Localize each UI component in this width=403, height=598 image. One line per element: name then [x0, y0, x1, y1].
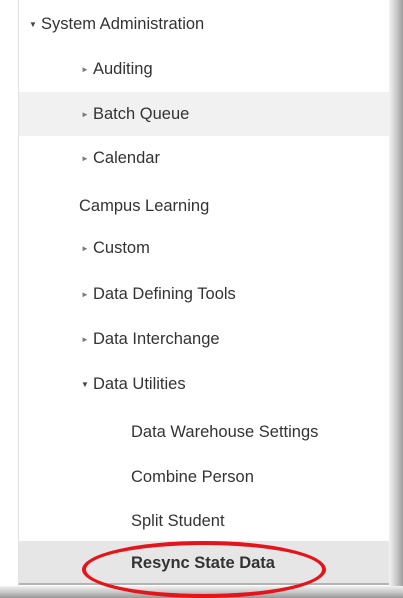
tree-item-label: Batch Queue [93, 105, 190, 123]
tree-item-data-utilities[interactable]: ▼ Data Utilities [19, 362, 389, 406]
tree-item-data-interchange[interactable]: ► Data Interchange [19, 317, 389, 361]
tree-item-auditing[interactable]: ► Auditing [19, 47, 389, 91]
tree-item-label: Data Defining Tools [93, 285, 236, 303]
tree-item-data-defining-tools[interactable]: ► Data Defining Tools [19, 272, 389, 316]
expand-right-icon[interactable]: ► [81, 48, 93, 92]
tree-item-label: Split Student [131, 512, 225, 530]
tree-item-label: System Administration [41, 15, 205, 33]
expand-right-icon[interactable]: ► [81, 318, 93, 362]
tree-item-custom[interactable]: ► Custom [19, 226, 389, 270]
tree-item-label: Campus Learning [79, 197, 210, 215]
tree-item-label: Data Utilities [93, 375, 186, 393]
navigation-screenshot: ▼ System Administration ► Auditing ► Batch … [0, 0, 403, 598]
tree-item-system-administration[interactable]: ▼ System Administration [19, 2, 389, 46]
tree-item-split-student[interactable]: Split Student [19, 499, 389, 543]
tree-item-label: Combine Person [131, 468, 254, 486]
frame-shadow-right [389, 0, 403, 598]
tree-item-label: Custom [93, 239, 150, 257]
expand-down-icon[interactable]: ▼ [29, 3, 41, 47]
tree-item-label: Calendar [93, 149, 160, 167]
navigation-tree: ▼ System Administration ► Auditing ► Batch … [18, 0, 390, 586]
tree-item-calendar[interactable]: ► Calendar [19, 136, 389, 180]
expand-down-icon[interactable]: ▼ [81, 363, 93, 407]
tree-item-label: Data Interchange [93, 330, 220, 348]
tree-item-label: Data Warehouse Settings [131, 423, 319, 441]
tree-item-label: Auditing [93, 60, 153, 78]
expand-right-icon[interactable]: ► [81, 273, 93, 317]
frame-shadow-bottom [0, 586, 403, 598]
expand-right-icon[interactable]: ► [81, 137, 93, 181]
tree-item-combine-person[interactable]: Combine Person [19, 455, 389, 499]
tree-item-campus-learning[interactable]: Campus Learning [19, 184, 389, 228]
tree-item-label: Resync State Data [131, 554, 275, 572]
tree-item-data-warehouse-settings[interactable]: Data Warehouse Settings [19, 410, 389, 454]
expand-right-icon[interactable]: ► [81, 227, 93, 271]
tree-item-resync-state-data[interactable]: Resync State Data [19, 541, 389, 585]
expand-right-icon[interactable]: ► [81, 93, 93, 137]
tree-item-batch-queue[interactable]: ► Batch Queue [19, 92, 389, 136]
